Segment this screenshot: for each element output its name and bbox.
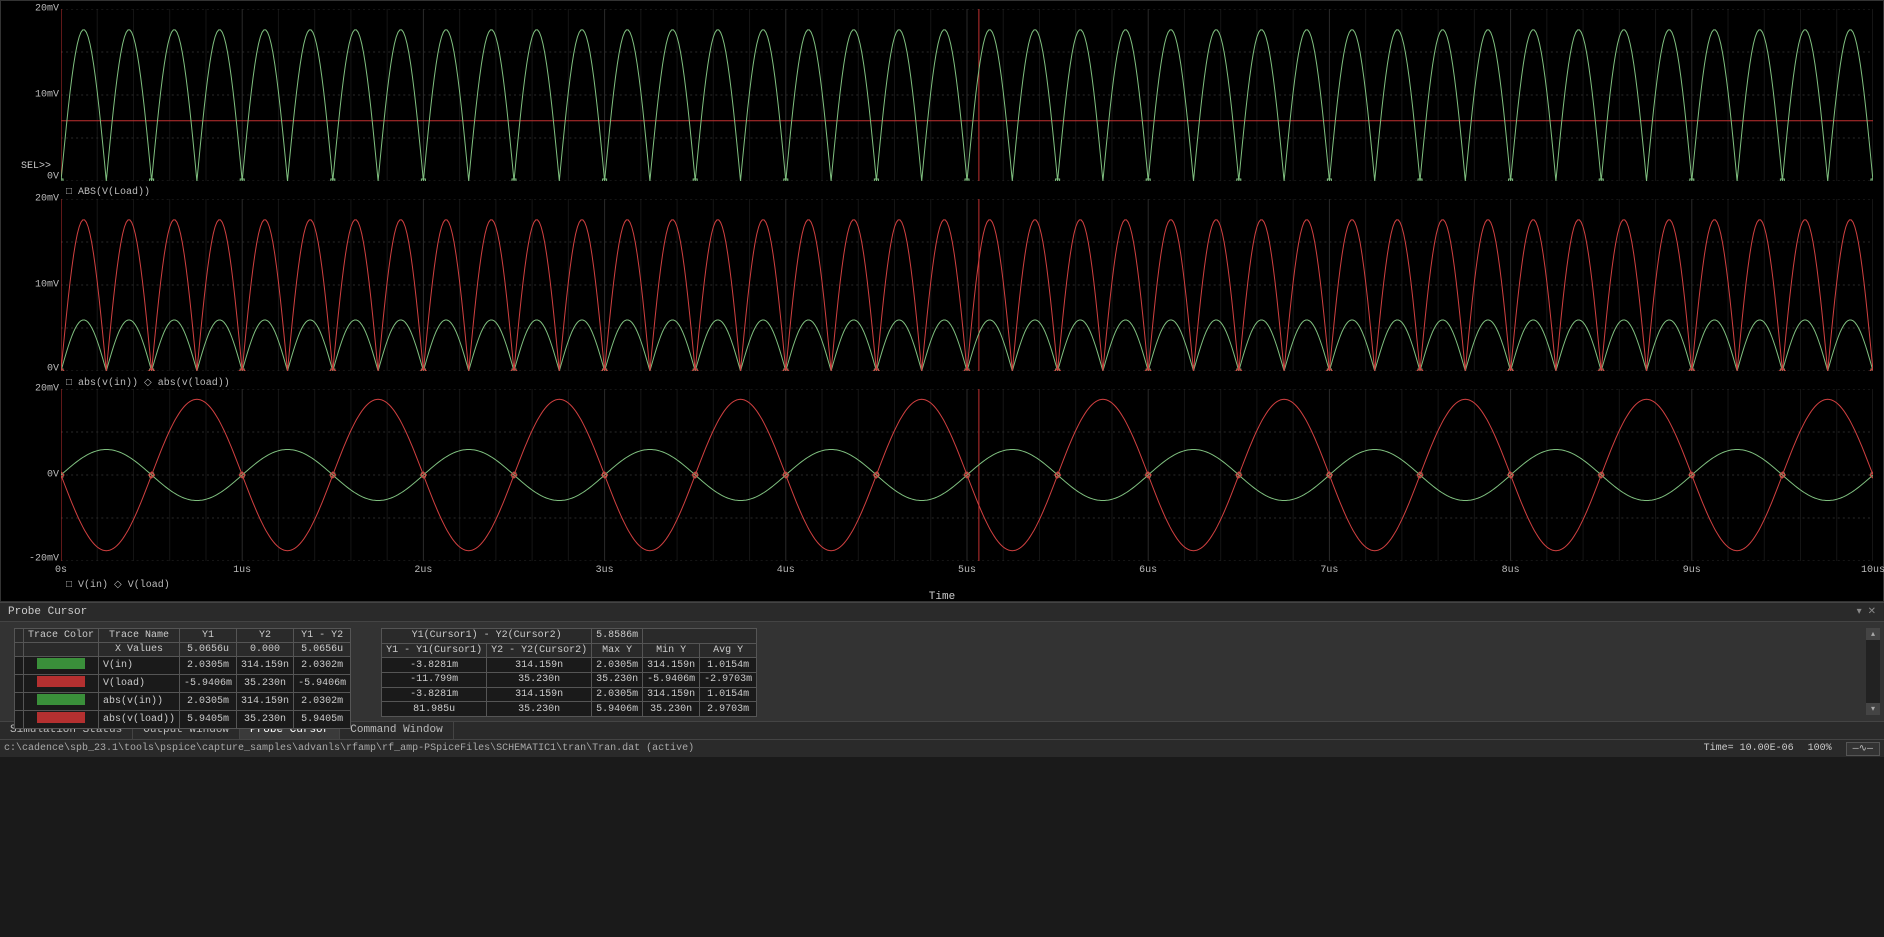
waveform-plot-area[interactable]: 20mV 10mV SEL>> 0V □ ABS(V(Load)) 20mV 1…	[0, 0, 1884, 602]
vertical-scrollbar[interactable]: ▴ ▾	[1866, 628, 1880, 715]
x-tick: 3us	[596, 565, 614, 576]
plot-panel-2[interactable]	[61, 199, 1873, 371]
scroll-down-icon[interactable]: ▾	[1866, 703, 1880, 715]
y-tick: 10mV	[35, 280, 59, 291]
legend-panel-3: □ V(in) ◇ V(load)	[66, 579, 170, 591]
selection-marker: SEL>>	[21, 161, 51, 172]
status-bar: c:\cadence\spb_23.1\tools\pspice\capture…	[0, 739, 1884, 757]
x-tick: 4us	[777, 565, 795, 576]
plot-panel-1[interactable]	[61, 9, 1873, 181]
x-tick: 9us	[1683, 565, 1701, 576]
probe-cursor-title: Probe Cursor	[8, 606, 87, 618]
y-tick: 0V	[47, 364, 59, 375]
plot-panel-3[interactable]	[61, 389, 1873, 561]
x-tick: 8us	[1502, 565, 1520, 576]
close-icon[interactable]: ✕	[1868, 606, 1876, 618]
tab-command-window[interactable]: Command Window	[340, 722, 453, 739]
plot-svg-1	[61, 9, 1873, 181]
probe-cursor-title-bar: Probe Cursor ▾ ✕	[0, 602, 1884, 621]
y-tick: 20mV	[35, 384, 59, 395]
cursor-table-b[interactable]: Y1(Cursor1) - Y2(Cursor2)5.8586mY1 - Y1(…	[381, 628, 757, 717]
minimize-icon[interactable]: ▾	[1857, 606, 1862, 618]
probe-cursor-panel: Trace ColorTrace NameY1Y2Y1 - Y2X Values…	[0, 621, 1884, 721]
x-axis-label: Time	[929, 591, 955, 603]
x-tick: 7us	[1320, 565, 1338, 576]
y-tick: 20mV	[35, 4, 59, 15]
x-tick: 1us	[233, 565, 251, 576]
x-tick: 2us	[414, 565, 432, 576]
x-tick: 10us	[1861, 565, 1884, 576]
legend-panel-2: □ abs(v(in)) ◇ abs(v(load))	[66, 377, 230, 389]
x-tick: 0s	[55, 565, 67, 576]
status-time: Time= 10.00E-06	[1704, 743, 1794, 754]
y-tick: 20mV	[35, 194, 59, 205]
y-tick: 10mV	[35, 90, 59, 101]
status-percent: 100%	[1808, 743, 1832, 754]
x-axis-ticks: 0s1us2us3us4us5us6us7us8us9us10us	[61, 565, 1873, 577]
plot-svg-3	[61, 389, 1873, 561]
status-file-path: c:\cadence\spb_23.1\tools\pspice\capture…	[4, 743, 694, 754]
status-chip[interactable]: —∿—	[1846, 742, 1880, 756]
y-tick: 0V	[47, 470, 59, 481]
y-tick: 0V	[47, 172, 59, 183]
scroll-up-icon[interactable]: ▴	[1866, 628, 1880, 640]
plot-svg-2	[61, 199, 1873, 371]
x-tick: 6us	[1139, 565, 1157, 576]
y-tick: -20mV	[29, 554, 59, 565]
legend-panel-1: □ ABS(V(Load))	[66, 187, 150, 198]
x-tick: 5us	[958, 565, 976, 576]
cursor-table-a[interactable]: Trace ColorTrace NameY1Y2Y1 - Y2X Values…	[14, 628, 351, 729]
